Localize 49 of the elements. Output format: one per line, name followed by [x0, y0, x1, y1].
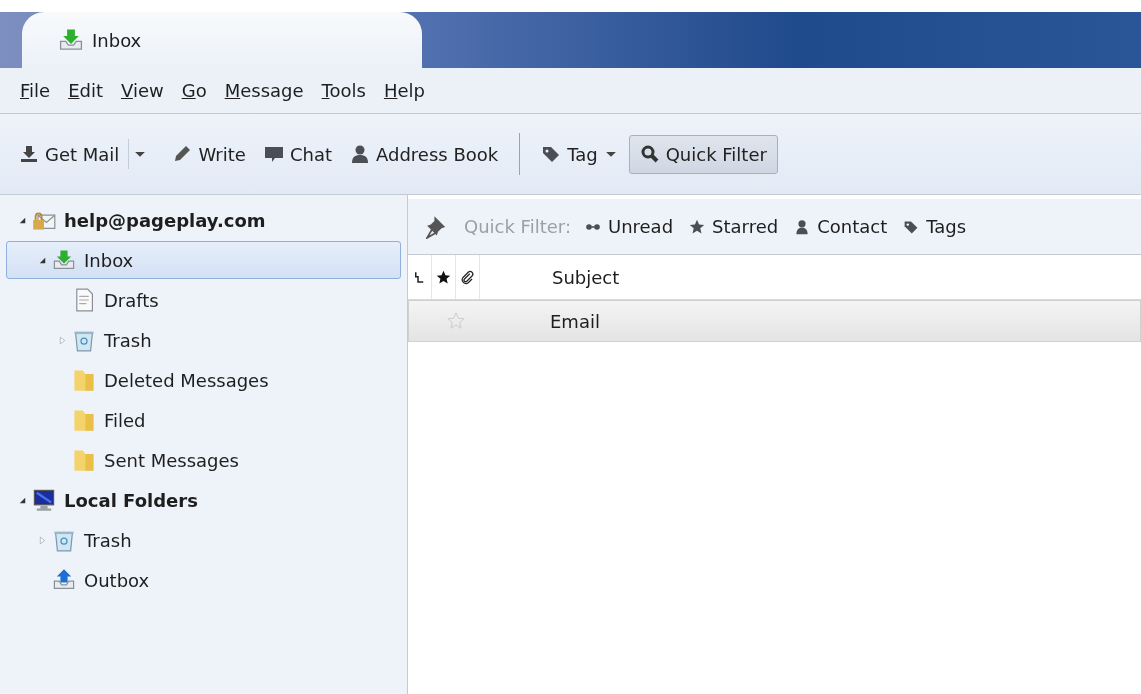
search-icon	[639, 144, 660, 164]
folder-item[interactable]: help@pageplay.com	[6, 201, 401, 239]
menu-item[interactable]: Tools	[319, 78, 368, 103]
monitor-icon	[32, 488, 56, 512]
folder-item[interactable]: Sent Messages	[6, 441, 401, 479]
folder-item[interactable]: Deleted Messages	[6, 361, 401, 399]
person-icon	[350, 144, 370, 164]
folder-item[interactable]: Local Folders	[6, 481, 401, 519]
speech-bubble-icon	[263, 144, 284, 164]
folder-item[interactable]: Outbox	[6, 561, 401, 599]
subject-text: Email	[550, 310, 600, 332]
menu-item[interactable]: Go	[179, 78, 209, 103]
tag-icon	[541, 144, 562, 164]
star-icon	[436, 269, 451, 285]
download-icon	[19, 144, 39, 164]
inbox-tray-icon	[58, 27, 84, 53]
filter-button[interactable]: Tags	[901, 213, 969, 240]
filter-button[interactable]: Contact	[792, 213, 890, 240]
toolbar-button[interactable]: Get Mail	[12, 134, 127, 174]
folder-item[interactable]: Drafts	[6, 281, 401, 319]
toolbar-button[interactable]: Address Book	[343, 134, 506, 174]
message-row[interactable]: Email	[408, 300, 1141, 342]
pencil-icon	[172, 144, 193, 164]
menu-item[interactable]: Edit	[66, 78, 105, 103]
filter-button[interactable]: Starred	[687, 213, 781, 240]
folder-item[interactable]: Filed	[6, 401, 401, 439]
folder-icon	[72, 368, 96, 392]
menu-item[interactable]: View	[119, 78, 166, 103]
toolbar-button[interactable]: Quick Filter	[628, 134, 778, 174]
toolbar-button[interactable]: Write	[165, 134, 253, 174]
menu-item[interactable]: File	[18, 78, 53, 103]
folder-item[interactable]: Inbox	[6, 241, 401, 279]
column-header[interactable]: Subject	[480, 255, 620, 299]
menu-item[interactable]: Message	[222, 78, 306, 103]
tag-icon	[903, 218, 920, 235]
toolbar-button[interactable]: Tag	[534, 134, 625, 174]
folder-icon	[72, 448, 96, 472]
toolbar-button[interactable]: Chat	[256, 134, 339, 174]
folder-item[interactable]: Trash	[6, 321, 401, 359]
filter-button[interactable]: Unread	[582, 213, 676, 240]
menu-item[interactable]: Help	[381, 78, 427, 103]
outbox-tray-icon	[52, 568, 76, 592]
folder-item[interactable]: Trash	[6, 521, 401, 559]
quick-filter-label: Quick Filter:	[464, 216, 571, 237]
star-icon	[689, 218, 706, 235]
paperclip-icon	[460, 269, 475, 285]
inbox-tray-icon	[52, 248, 76, 272]
folder-icon	[72, 408, 96, 432]
tab[interactable]: Inbox	[22, 12, 422, 68]
